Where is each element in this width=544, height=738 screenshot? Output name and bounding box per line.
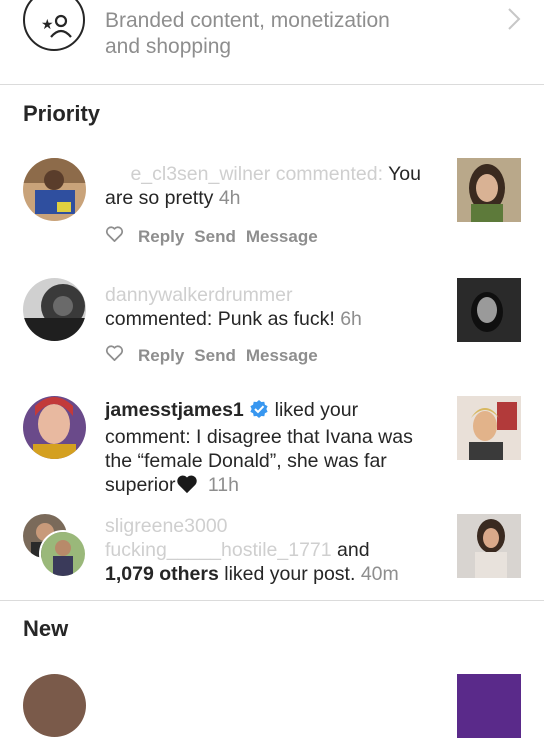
post-thumbnail[interactable] — [457, 674, 521, 738]
avatar[interactable] — [23, 158, 86, 221]
black-heart-icon — [176, 474, 198, 500]
post-thumbnail[interactable] — [457, 514, 521, 578]
comment-actions: Reply Send Message — [105, 344, 318, 367]
avatar-stack[interactable] — [23, 514, 87, 578]
divider — [0, 600, 544, 601]
post-thumbnail[interactable] — [457, 278, 521, 342]
promo-text[interactable]: Branded content, monetization and shoppi… — [105, 8, 390, 60]
notification-text[interactable]: e_cl3sen_wilner commented: You are so pr… — [105, 162, 445, 210]
notification-text[interactable]: dannywalkerdrummer commented: Punk as fu… — [105, 283, 445, 331]
avatar[interactable] — [23, 674, 86, 737]
send-button[interactable]: Send — [194, 227, 236, 247]
notification-text[interactable]: sligreene3000 fucking_____hostile_1771 a… — [105, 514, 445, 586]
reply-button[interactable]: Reply — [138, 346, 184, 366]
message-button[interactable]: Message — [246, 227, 318, 247]
username[interactable]: jamesstjames1 — [105, 399, 244, 421]
svg-text:★: ★ — [41, 17, 54, 33]
verified-badge-icon — [249, 399, 269, 425]
divider — [0, 84, 544, 85]
comment-actions: Reply Send Message — [105, 225, 318, 248]
others-link[interactable]: 1,079 others — [105, 563, 219, 585]
post-thumbnail[interactable] — [457, 396, 521, 460]
avatar — [39, 530, 87, 578]
branded-content-icon: ★ — [23, 0, 85, 51]
chevron-right-icon[interactable] — [506, 6, 522, 37]
message-button[interactable]: Message — [246, 346, 318, 366]
section-title-new: New — [23, 616, 69, 641]
post-thumbnail[interactable] — [457, 158, 521, 222]
section-title-priority: Priority — [23, 101, 101, 126]
notification-text[interactable]: jamesstjames1 liked your comment: I disa… — [105, 398, 445, 500]
heart-icon[interactable] — [105, 344, 124, 367]
heart-icon[interactable] — [105, 225, 124, 248]
avatar[interactable] — [23, 278, 86, 341]
reply-button[interactable]: Reply — [138, 227, 184, 247]
avatar[interactable] — [23, 396, 86, 459]
send-button[interactable]: Send — [194, 346, 236, 366]
